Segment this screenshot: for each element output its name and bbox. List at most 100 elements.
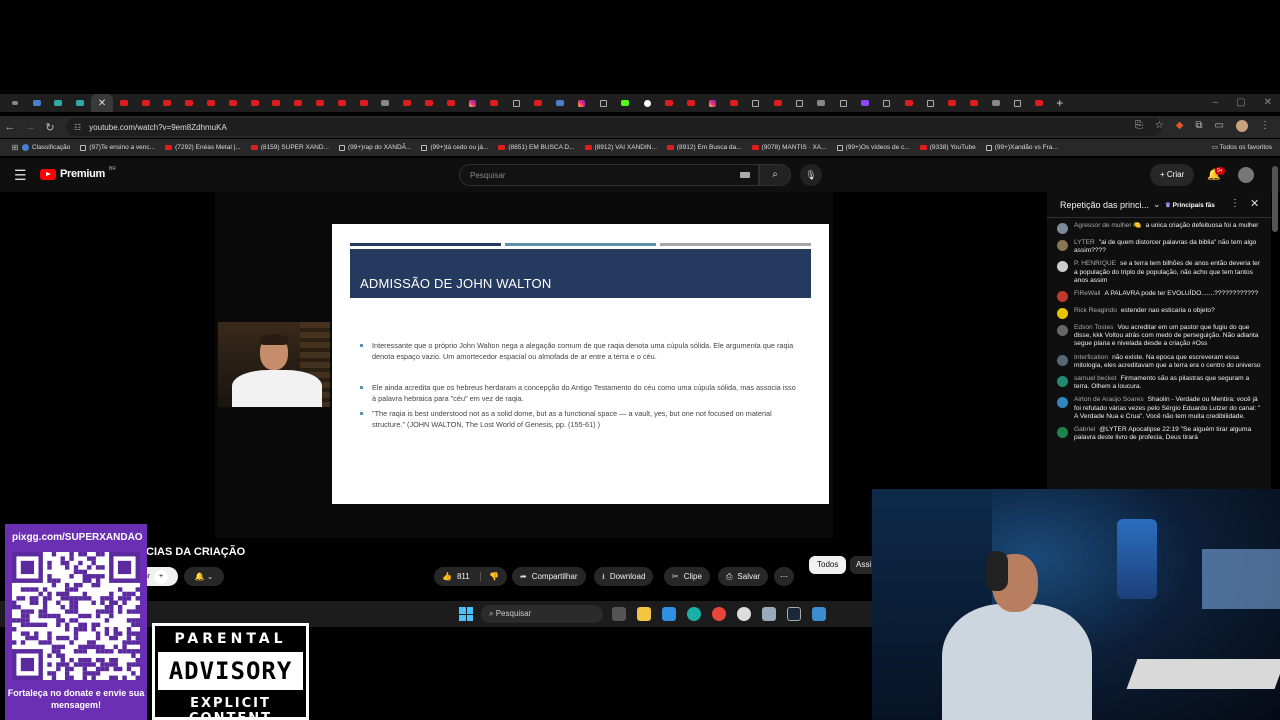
bookmark-item[interactable]: (8912) VAI XANDIN... xyxy=(584,144,657,151)
chat-author[interactable]: samuel becket xyxy=(1074,375,1117,382)
chat-author[interactable]: Airton de Araújo Soares xyxy=(1074,396,1144,403)
minimize-icon[interactable]: – xyxy=(1213,94,1219,112)
steam-icon[interactable] xyxy=(787,607,801,621)
extension-icon[interactable]: ◆ xyxy=(1176,120,1184,132)
youtube-logo[interactable]: Premium BR xyxy=(40,166,116,180)
voice-search-button[interactable]: 🎙 xyxy=(800,164,822,186)
bookmark-item[interactable]: (99+)Xandão vs Fra... xyxy=(985,144,1058,151)
chat-avatar[interactable] xyxy=(1057,376,1068,388)
close-window-icon[interactable]: ✕ xyxy=(1264,94,1272,112)
browser-tab[interactable] xyxy=(876,94,898,112)
chevron-down-icon[interactable]: ⌄ xyxy=(1153,199,1161,210)
keyboard-icon[interactable] xyxy=(740,172,750,178)
bookmark-item[interactable]: (99+)tá cedo ou já... xyxy=(421,144,488,151)
bookmark-item[interactable]: (99+)Os vídeos de c... xyxy=(836,144,910,151)
page-scrollbar[interactable] xyxy=(1272,166,1278,232)
browser-tab[interactable] xyxy=(527,94,549,112)
more-vert-icon[interactable]: ⋮ xyxy=(1230,198,1240,209)
browser-tab[interactable] xyxy=(614,94,636,112)
search-button[interactable]: ⌕ xyxy=(759,164,791,186)
browser-tab[interactable] xyxy=(941,94,963,112)
clip-button[interactable]: ✂ Clipe xyxy=(664,567,710,586)
windows-start-icon[interactable] xyxy=(459,607,473,621)
browser-tab[interactable] xyxy=(375,94,397,112)
edge-icon[interactable] xyxy=(687,607,701,621)
chat-avatar[interactable] xyxy=(1057,291,1068,303)
browser-tab[interactable] xyxy=(571,94,593,112)
bookmark-item[interactable]: (9078) MANTIS · XA... xyxy=(751,144,827,151)
reload-icon[interactable]: ↻ xyxy=(40,121,60,134)
more-actions-button[interactable]: ⋯ xyxy=(774,567,794,586)
bookmark-star-icon[interactable]: ☆ xyxy=(1155,120,1164,132)
browser-tab[interactable] xyxy=(854,94,876,112)
chat-author[interactable]: Gabriel xyxy=(1074,426,1095,433)
browser-tab[interactable] xyxy=(353,94,375,112)
chrome-icon[interactable] xyxy=(712,607,726,621)
search-input[interactable]: Pesquisar xyxy=(459,164,759,186)
browser-tab[interactable] xyxy=(48,94,70,112)
browser-tab[interactable] xyxy=(1028,94,1050,112)
maximize-icon[interactable]: ▢ xyxy=(1236,94,1245,112)
browser-tab[interactable] xyxy=(331,94,353,112)
bookmark-item[interactable]: (9338) YouTube xyxy=(919,144,976,151)
like-dislike-group[interactable]: 👍 811 👎 xyxy=(434,567,507,586)
browser-tab[interactable] xyxy=(157,94,179,112)
browser-tab[interactable] xyxy=(440,94,462,112)
browser-tab[interactable] xyxy=(396,94,418,112)
browser-tab[interactable] xyxy=(244,94,266,112)
browser-tab[interactable] xyxy=(549,94,571,112)
browser-tab[interactable] xyxy=(1007,94,1029,112)
browser-tab[interactable] xyxy=(767,94,789,112)
bookmark-item[interactable]: (99+)rap do XANDÃ... xyxy=(338,144,411,151)
chat-author[interactable]: Interfication xyxy=(1074,354,1108,361)
chat-author[interactable]: LYTER xyxy=(1074,239,1095,246)
browser-tab[interactable] xyxy=(287,94,309,112)
store-icon[interactable] xyxy=(662,607,676,621)
chat-avatar[interactable] xyxy=(1057,397,1068,409)
browser-tab[interactable] xyxy=(898,94,920,112)
chat-avatar[interactable] xyxy=(1057,325,1068,337)
create-button[interactable]: + Criar xyxy=(1150,164,1195,186)
share-button[interactable]: ➦ Compartilhar xyxy=(512,567,586,586)
browser-tab[interactable] xyxy=(462,94,484,112)
subscription-bell-button[interactable]: 🔔 ⌄ xyxy=(184,567,224,586)
browser-tab[interactable] xyxy=(810,94,832,112)
save-button[interactable]: ⎙ Salvar xyxy=(718,567,769,586)
browser-tab[interactable] xyxy=(484,94,506,112)
browser-tab[interactable] xyxy=(178,94,200,112)
browser-tab[interactable] xyxy=(135,94,157,112)
app-icon[interactable] xyxy=(812,607,826,621)
browser-tab[interactable] xyxy=(593,94,615,112)
settings-icon[interactable] xyxy=(762,607,776,621)
forward-icon[interactable]: → xyxy=(20,121,40,133)
chat-avatar[interactable] xyxy=(1057,308,1068,320)
apps-grid-icon[interactable]: ⊞ xyxy=(8,143,22,152)
taskbar-search[interactable]: ⌕ Pesquisar xyxy=(481,605,603,623)
browser-tab[interactable] xyxy=(832,94,854,112)
chat-author[interactable]: P. HENRIQUE xyxy=(1074,260,1116,267)
browser-tab[interactable] xyxy=(723,94,745,112)
browser-tab[interactable] xyxy=(789,94,811,112)
dislike-icon[interactable]: 👎 xyxy=(479,572,499,581)
taskview-icon[interactable] xyxy=(612,607,626,621)
account-avatar[interactable] xyxy=(1238,167,1254,183)
browser-tab[interactable] xyxy=(702,94,724,112)
browser-tab[interactable] xyxy=(985,94,1007,112)
browser-tab[interactable] xyxy=(745,94,767,112)
download-button[interactable]: ⭳ Download xyxy=(594,567,654,586)
extensions-puzzle-icon[interactable]: ⧉ xyxy=(1195,120,1202,132)
chat-avatar[interactable] xyxy=(1057,223,1068,234)
bookmark-item[interactable]: (8912) Em Busca da... xyxy=(666,144,742,151)
browser-tab[interactable] xyxy=(505,94,527,112)
back-icon[interactable]: ← xyxy=(0,121,20,133)
browser-tab[interactable] xyxy=(266,94,288,112)
profile-avatar[interactable] xyxy=(1236,120,1248,132)
browser-tab[interactable] xyxy=(200,94,222,112)
chat-avatar[interactable] xyxy=(1057,261,1068,273)
sidepanel-icon[interactable]: ▭ xyxy=(1215,120,1224,132)
browser-tab[interactable] xyxy=(26,94,48,112)
browser-tab[interactable] xyxy=(919,94,941,112)
url-field[interactable]: ☷ youtube.com/watch?v=9em8ZdhmuKA xyxy=(66,118,1162,136)
bookmark-item[interactable]: Classificação xyxy=(22,144,70,151)
bookmark-item[interactable]: (8159) SUPER XAND... xyxy=(250,144,329,151)
